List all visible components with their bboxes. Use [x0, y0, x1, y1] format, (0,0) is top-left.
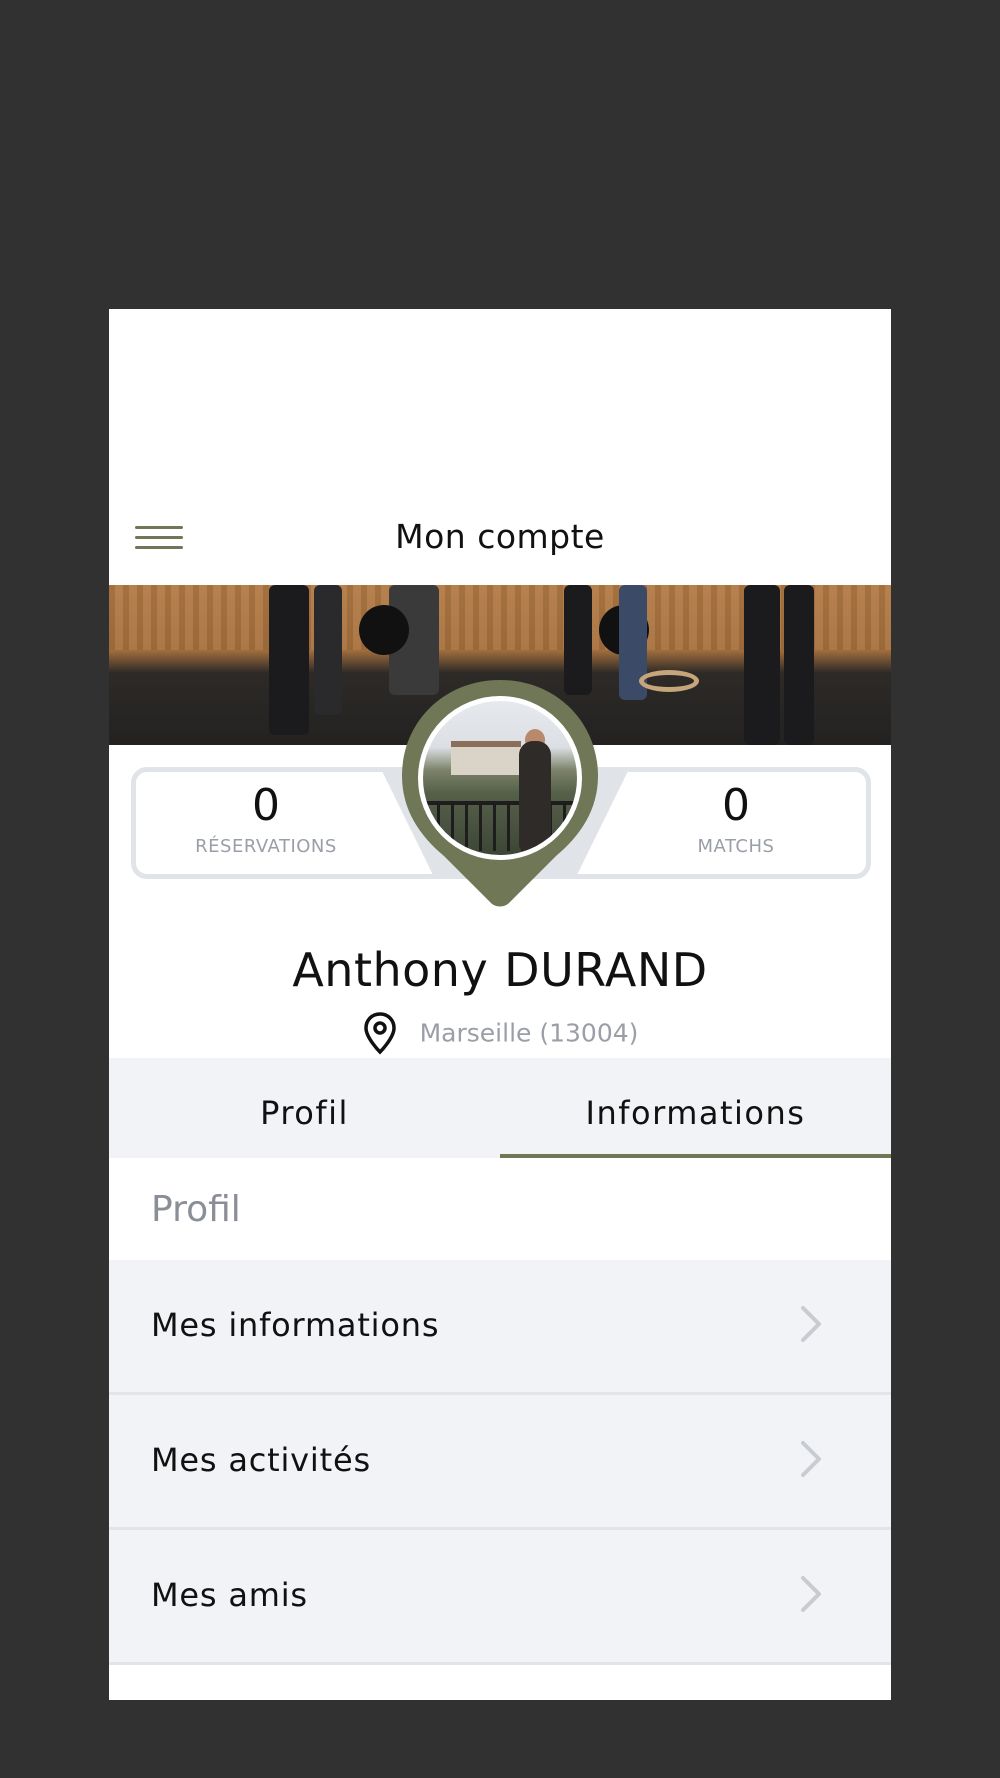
- menu-item-label: Mes informations: [151, 1306, 440, 1344]
- chevron-right-icon: [801, 1441, 821, 1477]
- user-last-name: DURAND: [504, 943, 708, 997]
- menu-item-label: Mes amis: [151, 1576, 308, 1614]
- menu-item-mes-amis[interactable]: Mes amis: [109, 1530, 891, 1665]
- user-first-name: Anthony: [292, 943, 489, 997]
- user-location: Marseille (13004): [109, 1011, 891, 1055]
- tab-informations[interactable]: Informations: [500, 1058, 891, 1158]
- reservations-label: RÉSERVATIONS: [195, 836, 337, 858]
- matchs-stat: 0 MATCHS: [636, 780, 836, 858]
- avatar[interactable]: [402, 680, 598, 910]
- tab-profil[interactable]: Profil: [109, 1058, 500, 1158]
- location-text: Marseille (13004): [419, 1018, 639, 1048]
- app-screen: Mon compte 0 RÉSERVATIONS 0 MATCHS Antho…: [109, 309, 891, 1700]
- page-title: Mon compte: [395, 517, 605, 556]
- matchs-label: MATCHS: [697, 836, 775, 858]
- chevron-right-icon: [801, 1576, 821, 1612]
- profile-tabs: Profil Informations: [109, 1058, 891, 1158]
- reservations-stat: 0 RÉSERVATIONS: [166, 780, 366, 858]
- matchs-count: 0: [722, 780, 750, 831]
- avatar-photo: [418, 696, 582, 860]
- menu-item-mes-informations[interactable]: Mes informations: [109, 1260, 891, 1395]
- user-name: Anthony DURAND: [109, 943, 891, 997]
- menu-item-label: Mes activités: [151, 1441, 371, 1479]
- app-header: Mon compte: [109, 309, 891, 585]
- location-pin-icon: [363, 1012, 396, 1055]
- section-title: Profil: [151, 1189, 241, 1230]
- profile-menu-list: Mes informations Mes activités Mes amis: [109, 1260, 891, 1665]
- reservations-count: 0: [252, 780, 280, 831]
- chevron-right-icon: [801, 1306, 821, 1342]
- menu-item-mes-activites[interactable]: Mes activités: [109, 1395, 891, 1530]
